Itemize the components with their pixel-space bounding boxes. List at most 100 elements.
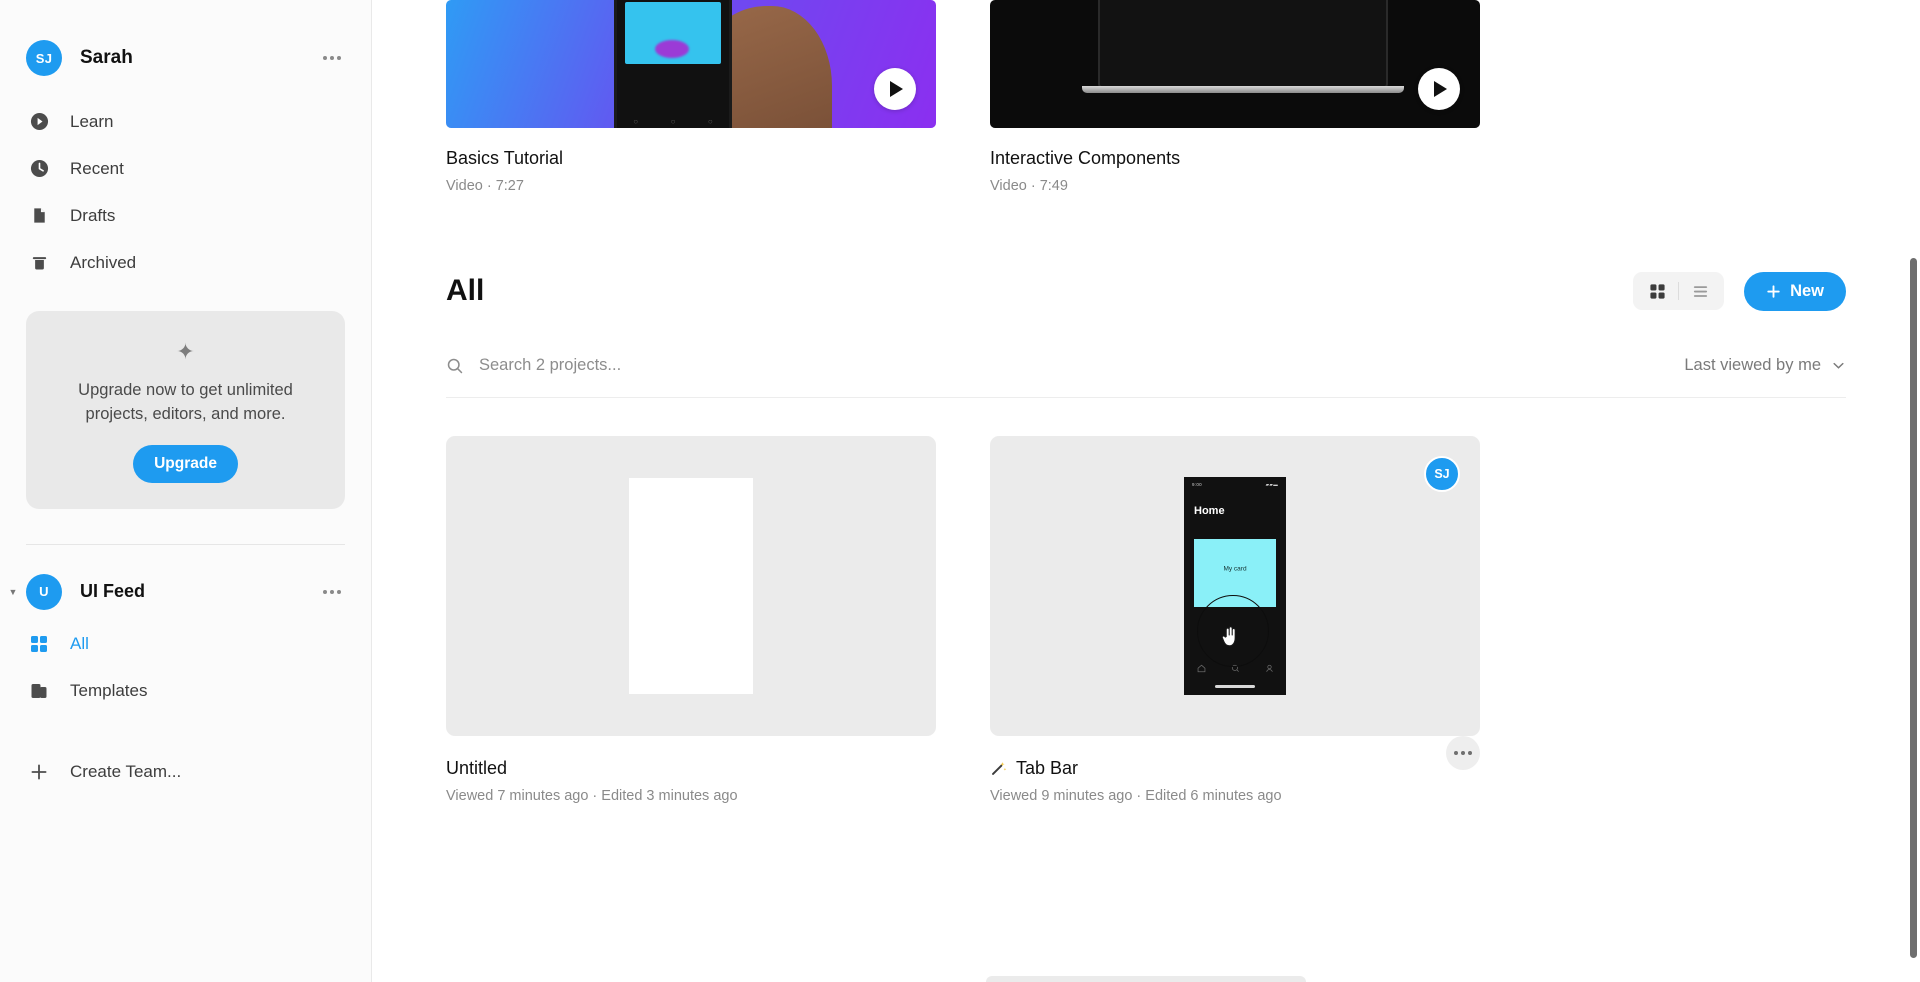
- sidebar-item-label: Learn: [70, 111, 114, 131]
- project-card[interactable]: Untitled Viewed 7 minutes ago · Edited 3…: [446, 436, 936, 804]
- ellipsis-icon: [1454, 751, 1458, 755]
- status-icons: ▰▰▬: [1265, 482, 1278, 487]
- project-meta: Viewed 7 minutes ago · Edited 3 minutes …: [446, 788, 738, 804]
- sidebar-item-label: Archived: [70, 252, 137, 272]
- hand-cursor-icon: [1221, 626, 1236, 647]
- ellipsis-icon: [323, 589, 327, 594]
- grid-icon: [26, 635, 52, 653]
- new-button[interactable]: New: [1744, 271, 1846, 311]
- avatar: SJ: [26, 40, 62, 76]
- status-time: 9:00: [1192, 482, 1202, 487]
- chevron-down-icon[interactable]: ▼: [6, 585, 20, 599]
- project-thumbnail[interactable]: 9:00 ▰▰▬ Home My card SJ: [990, 436, 1480, 736]
- ellipsis-icon: [337, 56, 341, 60]
- sidebar-item-label: Templates: [70, 681, 148, 701]
- list-view-icon: [1693, 285, 1707, 297]
- sidebar-user-header[interactable]: SJ Sarah: [0, 28, 371, 88]
- sidebar-item-label: Drafts: [70, 205, 116, 225]
- team-menu-button[interactable]: [319, 582, 345, 602]
- user-menu-button[interactable]: [319, 48, 345, 68]
- sort-label: Last viewed by me: [1684, 356, 1821, 374]
- chevron-down-icon: [1833, 362, 1844, 369]
- section-header: All New: [446, 270, 1846, 312]
- ellipsis-icon: [1461, 751, 1465, 755]
- sidebar-item-all[interactable]: All: [0, 621, 371, 668]
- sparkle-icon: ✦: [176, 339, 195, 364]
- video-title: Basics Tutorial: [446, 148, 564, 168]
- sidebar-item-design-system[interactable]: Design Syst... NEW: [0, 715, 371, 731]
- page-title: All: [446, 274, 485, 307]
- team-avatar: U: [26, 573, 62, 610]
- sidebar-item-templates[interactable]: Templates: [0, 668, 371, 715]
- team-name: UI Feed: [80, 581, 146, 602]
- sidebar-divider: [26, 543, 345, 545]
- trash-icon: [26, 253, 52, 272]
- vertical-scrollbar[interactable]: [1910, 258, 1917, 958]
- plus-icon: [1767, 284, 1780, 298]
- search-icon: [447, 358, 463, 373]
- project-thumbnail[interactable]: [446, 436, 936, 736]
- laptop-mockup: Herbarium Anna Smith Kanakapark Denise L…: [1098, 0, 1388, 88]
- project-title: Untitled: [446, 758, 936, 779]
- user-name: Sarah: [80, 47, 133, 68]
- home-icon: [1197, 660, 1206, 678]
- ellipsis-icon: [1468, 751, 1472, 755]
- profile-icon: [1265, 660, 1274, 678]
- ellipsis-icon: [330, 589, 334, 594]
- upgrade-button[interactable]: Upgrade: [133, 444, 238, 483]
- project-title-label: Tab Bar: [1016, 758, 1079, 778]
- project-grid: Untitled Viewed 7 minutes ago · Edited 3…: [446, 436, 1846, 804]
- filter-row: Last viewed by me: [446, 334, 1846, 398]
- video-meta: Video · 7:49: [990, 178, 1068, 194]
- project-card[interactable]: 9:00 ▰▰▬ Home My card SJ Tab Bar Viewed …: [990, 436, 1480, 804]
- plus-icon: [26, 762, 52, 782]
- sort-dropdown[interactable]: Last viewed by me: [1684, 356, 1846, 375]
- team-project-list: All Templates Design Syst... NEW: [0, 621, 371, 731]
- video-meta: Video · 7:27: [446, 178, 524, 194]
- grid-view-icon: [1649, 283, 1665, 299]
- play-circle-icon: [26, 112, 52, 131]
- play-icon: [890, 81, 903, 97]
- sidebar-nav: Learn Recent Drafts Archived: [0, 98, 371, 286]
- upgrade-card: ✦ Upgrade now to get unlimited projects,…: [26, 311, 345, 509]
- file-icon: [26, 206, 52, 225]
- blank-frame: [629, 478, 753, 694]
- video-thumbnail[interactable]: July 2023 ○○○: [446, 0, 936, 128]
- sidebar-item-archived[interactable]: Archived: [0, 239, 371, 286]
- phone-tab-icons: ○ ○ ○: [633, 117, 713, 126]
- play-button[interactable]: [1418, 68, 1460, 110]
- phone-mockup: 9:00 ▰▰▬ Home My card: [1184, 477, 1286, 695]
- list-view-button[interactable]: [1681, 277, 1719, 305]
- play-icon: [1434, 81, 1447, 97]
- search-input[interactable]: [479, 356, 819, 375]
- copy-icon: [26, 682, 52, 700]
- main-content: July 2023 ○○○ Basics Tutorial Video · 7:: [372, 0, 1920, 982]
- play-button[interactable]: [874, 68, 916, 110]
- video-thumbnail[interactable]: Herbarium Anna Smith Kanakapark Denise L…: [990, 0, 1480, 128]
- video-row: July 2023 ○○○ Basics Tutorial Video · 7:: [446, 0, 1846, 194]
- create-team-label: Create Team...: [70, 762, 182, 782]
- phone-mockup: July 2023 ○○○: [614, 0, 732, 128]
- video-card[interactable]: Herbarium Anna Smith Kanakapark Denise L…: [990, 0, 1480, 194]
- phone-screen-title: Home: [1194, 505, 1225, 517]
- upgrade-text: Upgrade now to get unlimited projects, e…: [78, 381, 293, 423]
- project-menu-button[interactable]: [1446, 736, 1480, 770]
- sidebar-item-recent[interactable]: Recent: [0, 145, 371, 192]
- ellipsis-icon: [323, 56, 327, 60]
- video-title: Interactive Components: [990, 148, 1181, 168]
- phone-status-bar: 9:00 ▰▰▬: [1184, 477, 1286, 488]
- team-header[interactable]: ▼ U UI Feed: [0, 563, 371, 621]
- collaborator-avatar[interactable]: SJ: [1424, 456, 1460, 492]
- layers-icon: [26, 729, 52, 731]
- project-title: Tab Bar: [990, 758, 1480, 779]
- video-card[interactable]: July 2023 ○○○ Basics Tutorial Video · 7:: [446, 0, 936, 194]
- sidebar-item-learn[interactable]: Learn: [0, 98, 371, 145]
- sidebar-item-drafts[interactable]: Drafts: [0, 192, 371, 239]
- sidebar-item-label: Recent: [70, 158, 124, 178]
- sidebar: SJ Sarah Learn Recent Drafts Archived ✦ …: [0, 0, 372, 982]
- view-toggle: [1633, 272, 1725, 310]
- laptop-base: [1082, 86, 1404, 93]
- create-team-button[interactable]: Create Team...: [0, 749, 371, 796]
- grid-view-button[interactable]: [1638, 277, 1677, 305]
- sidebar-item-label: All: [70, 634, 89, 654]
